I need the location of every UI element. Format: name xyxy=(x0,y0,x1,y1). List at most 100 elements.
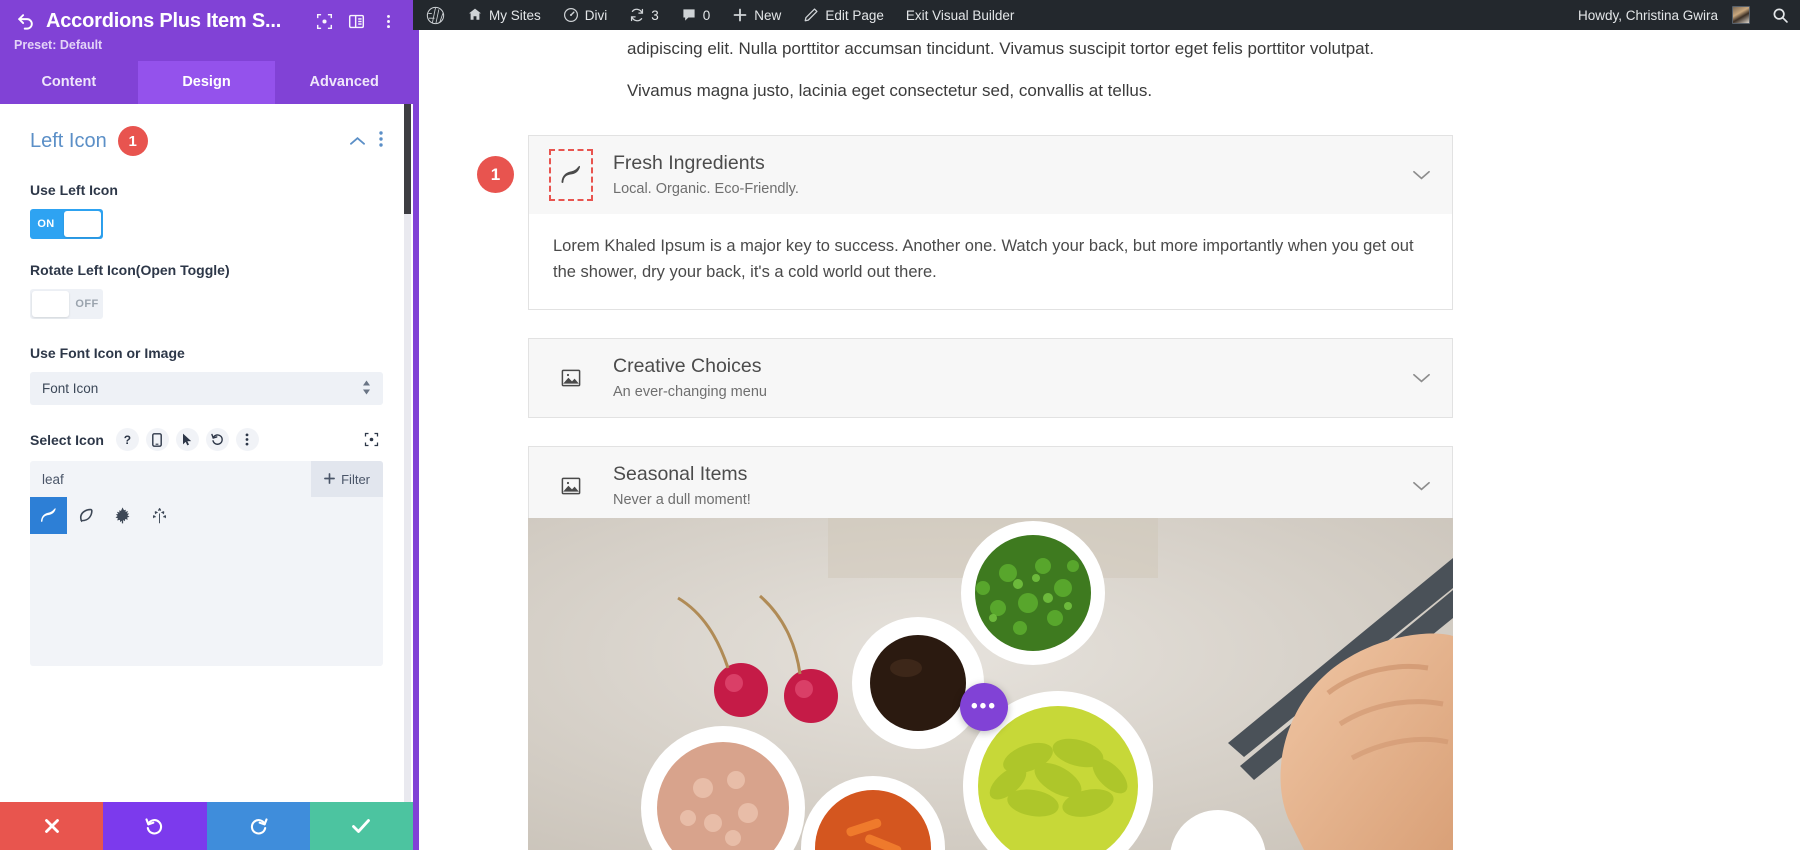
icon-result-maple-leaf-icon[interactable] xyxy=(104,497,141,534)
left-icon-section-header[interactable]: Left Icon 1 xyxy=(30,126,383,156)
ellipsis-icon[interactable]: ••• xyxy=(960,683,1008,731)
paragraph-line: adipiscing elit. Nulla porttitor accumsa… xyxy=(627,39,1375,58)
settings-tabs: Content Design Advanced xyxy=(0,61,413,104)
select-icon-label-row: Select Icon ? xyxy=(30,428,383,451)
comment-icon xyxy=(681,7,697,23)
wp-admin-bar-item-account[interactable]: Howdy, Christina Gwira xyxy=(1565,0,1761,30)
select-updown-caret-icon xyxy=(362,380,371,397)
accordion-item-titles: Seasonal Items Never a dull moment! xyxy=(613,450,1390,522)
toggle-state-label: OFF xyxy=(75,298,99,310)
accordion-item[interactable]: Seasonal Items Never a dull moment! xyxy=(528,446,1453,527)
wp-admin-bar-item-updates[interactable]: 3 xyxy=(618,0,670,30)
accordion-item-titles: Creative Choices An ever-changing menu xyxy=(613,342,1390,414)
field-label: Use Left Icon xyxy=(30,182,118,198)
redo-button[interactable] xyxy=(206,802,310,850)
accordion-item-subtitle: Never a dull moment! xyxy=(613,492,751,509)
wp-admin-bar-item-new[interactable]: New xyxy=(721,0,792,30)
mobile-icon[interactable] xyxy=(145,428,169,451)
scrollbar-thumb[interactable] xyxy=(404,104,411,214)
toggle-knob xyxy=(64,211,101,237)
field-label: Use Font Icon or Image xyxy=(30,345,185,361)
icon-picker: Filter xyxy=(30,461,383,666)
section-badge: 1 xyxy=(117,126,148,156)
accordion-item-badge: 1 xyxy=(477,156,514,193)
use-left-icon-toggle[interactable]: ON xyxy=(30,209,103,239)
settings-panel-footer xyxy=(0,802,413,850)
chevron-up-icon[interactable] xyxy=(350,133,365,150)
icon-result-leaf-solid-icon[interactable] xyxy=(30,497,67,534)
preset-selector[interactable]: Preset: Default xyxy=(14,38,399,52)
accordion-item-subtitle: An ever-changing menu xyxy=(613,384,767,401)
back-arrow-icon[interactable] xyxy=(14,12,36,31)
reset-icon[interactable] xyxy=(205,428,229,451)
vertical-dots-icon[interactable] xyxy=(377,11,399,33)
icon-filter-button[interactable]: Filter xyxy=(311,461,383,497)
accordion-item-subtitle: Local. Organic. Eco-Friendly. xyxy=(613,181,799,198)
image-placeholder-icon[interactable] xyxy=(549,460,593,512)
field-font-icon-or-image: Use Font Icon or Image Font Icon xyxy=(30,345,383,405)
font-icon-or-image-select[interactable]: Font Icon xyxy=(30,372,383,405)
wp-admin-bar-label: Divi xyxy=(584,7,608,23)
select-value: Font Icon xyxy=(42,381,99,396)
search-icon[interactable] xyxy=(1761,0,1800,30)
avatar xyxy=(1732,6,1750,24)
chevron-down-icon[interactable] xyxy=(1390,447,1452,525)
wp-admin-bar-item-divi[interactable]: Divi xyxy=(552,0,619,30)
wordpress-logo-icon xyxy=(426,6,445,25)
wp-admin-bar-item-wordpress[interactable] xyxy=(413,0,456,30)
intro-paragraph-block: adipiscing elit. Nulla porttitor accumsa… xyxy=(627,36,1637,105)
cancel-button[interactable] xyxy=(0,802,104,850)
settings-panel-scrollbar[interactable] xyxy=(404,104,411,802)
wp-admin-bar: My Sites Divi 3 0 New Edit Page Exit Vis… xyxy=(413,0,1800,30)
accordion-item-header[interactable]: Creative Choices An ever-changing menu xyxy=(529,339,1452,418)
wp-admin-bar-item-comments[interactable]: 0 xyxy=(670,0,722,30)
cursor-icon[interactable] xyxy=(175,428,199,451)
image-placeholder-icon[interactable] xyxy=(549,352,593,404)
icon-result-fern-leaf-icon[interactable] xyxy=(141,497,178,534)
accordion-item-header[interactable]: Fresh Ingredients Local. Organic. Eco-Fr… xyxy=(529,136,1452,214)
icon-search-input[interactable] xyxy=(42,461,312,497)
accordion-item[interactable]: 1 Fresh Ingredients Local. Organic. Eco-… xyxy=(477,135,1453,311)
field-select-icon: Select Icon ? leaf Filter xyxy=(30,428,383,666)
help-icon[interactable]: ? xyxy=(115,428,139,451)
chevron-down-icon[interactable] xyxy=(1390,339,1452,417)
wp-admin-bar-label: Exit Visual Builder xyxy=(905,7,1015,23)
accordion-item-icon-cell xyxy=(529,447,613,525)
tab-design[interactable]: Design xyxy=(137,61,276,104)
section-more-icon[interactable] xyxy=(379,131,383,151)
accordion-item-title: Fresh Ingredients xyxy=(613,151,765,174)
chevron-down-icon[interactable] xyxy=(1390,136,1452,214)
accordion-item-title: Creative Choices xyxy=(613,355,762,378)
visual-builder-left-strip xyxy=(413,30,419,850)
accordion-module: 1 Fresh Ingredients Local. Organic. Eco-… xyxy=(477,135,1453,554)
plus-icon xyxy=(324,472,336,487)
target-icon[interactable] xyxy=(313,11,335,33)
accordion-item-icon-cell xyxy=(529,136,613,214)
tab-advanced[interactable]: Advanced xyxy=(275,61,413,104)
leaf-solid-icon[interactable] xyxy=(549,149,593,201)
wp-admin-bar-item-edit-page[interactable]: Edit Page xyxy=(792,0,895,30)
rotate-left-icon-toggle[interactable]: OFF xyxy=(30,289,103,319)
plus-icon xyxy=(732,7,748,23)
wp-admin-bar-item-exit-visual-builder[interactable]: Exit Visual Builder xyxy=(895,0,1026,30)
undo-button[interactable] xyxy=(103,802,207,850)
settings-panel-header: Accordions Plus Item S... Preset: Defaul… xyxy=(0,0,413,61)
icon-results-grid xyxy=(30,497,383,534)
field-label: Rotate Left Icon(Open Toggle) xyxy=(30,262,230,278)
vertical-dots-icon[interactable] xyxy=(235,428,259,451)
accordion-item[interactable]: Creative Choices An ever-changing menu xyxy=(528,338,1453,419)
layout-columns-icon[interactable] xyxy=(345,11,367,33)
save-button[interactable] xyxy=(309,802,413,850)
food-flatlay-photo[interactable]: ••• xyxy=(528,518,1453,850)
accordion-item-icon-cell xyxy=(529,339,613,417)
wp-admin-bar-item-my-sites[interactable]: My Sites xyxy=(456,0,552,30)
accordion-item-title: Seasonal Items xyxy=(613,463,748,486)
accordion-item-header[interactable]: Seasonal Items Never a dull moment! xyxy=(529,447,1452,526)
tab-content[interactable]: Content xyxy=(0,61,138,104)
icon-result-leaf-outline-icon[interactable] xyxy=(67,497,104,534)
field-rotate-left-icon: Rotate Left Icon(Open Toggle) OFF xyxy=(30,262,383,322)
home-multisite-icon xyxy=(467,7,483,23)
visual-builder-canvas: adipiscing elit. Nulla porttitor accumsa… xyxy=(413,30,1800,850)
target-icon[interactable] xyxy=(360,428,383,451)
section-title: Left Icon xyxy=(30,129,107,152)
